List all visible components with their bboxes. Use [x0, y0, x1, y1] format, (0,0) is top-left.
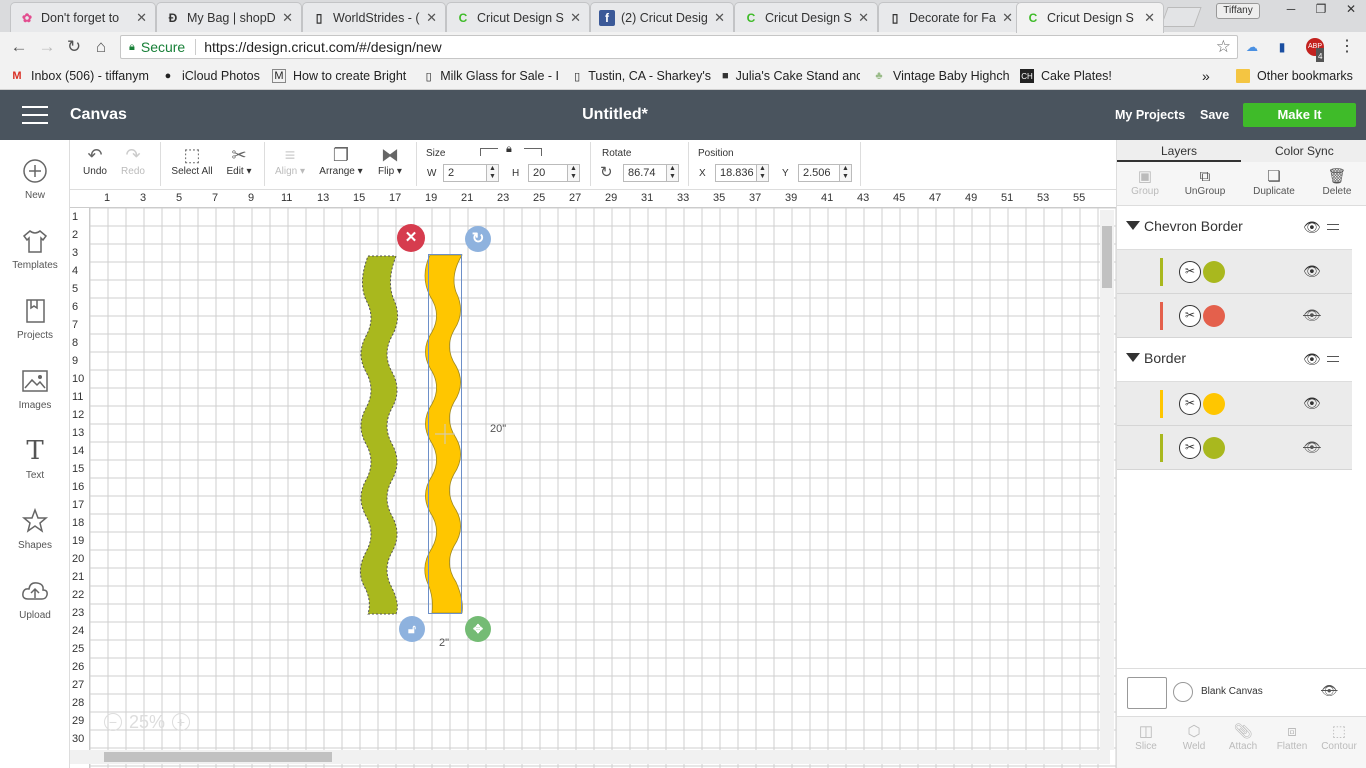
- eye-hidden-icon[interactable]: 👁︎: [1321, 683, 1338, 699]
- color-swatch[interactable]: [1203, 437, 1225, 459]
- cut-operation-icon[interactable]: ✂: [1179, 437, 1201, 459]
- group-name: Border: [1144, 350, 1187, 366]
- layer-tools: ▣ Group ⧉ UnGroup ❏ Duplicate 🗑︎ Delete: [1117, 162, 1366, 206]
- tool-label: Slice: [1135, 741, 1157, 752]
- group-name: Chevron Border: [1144, 218, 1243, 234]
- color-swatch[interactable]: [1203, 261, 1225, 283]
- zoom-level: 25%: [128, 711, 166, 732]
- color-swatch[interactable]: [1203, 305, 1225, 327]
- layer-group-chevron-border[interactable]: Chevron Border 👁︎: [1117, 206, 1352, 250]
- layers-panel-tabs: Layers Color Sync: [1117, 140, 1366, 162]
- color-swatch[interactable]: [1203, 393, 1225, 415]
- drag-handle-icon[interactable]: [1327, 356, 1339, 362]
- eye-icon[interactable]: 👁︎: [1303, 263, 1321, 280]
- blank-canvas-color-swatch[interactable]: [1173, 682, 1193, 702]
- tool-label: Flatten: [1276, 741, 1308, 752]
- tab-color-sync[interactable]: Color Sync: [1275, 144, 1334, 158]
- tool-label: Attach: [1228, 741, 1258, 752]
- bottom-tools: ◫ Slice ⬡ Weld 📎︎ Attach ⧈ Flatten ⬚ Contour: [1117, 716, 1366, 768]
- scrollbar-thumb[interactable]: [104, 752, 332, 762]
- tab-title: Cricut Design S: [1047, 11, 1134, 25]
- delete-button[interactable]: 🗑︎ Delete: [1309, 168, 1365, 197]
- cut-operation-icon[interactable]: ✂: [1179, 305, 1201, 327]
- group-button[interactable]: ▣ Group: [1117, 168, 1173, 197]
- cricut-icon: C: [1028, 11, 1038, 25]
- delete-handle-icon[interactable]: ✕: [397, 224, 425, 252]
- duplicate-icon: ❏: [1267, 168, 1281, 185]
- browser-tab-active[interactable]: C Cricut Design S ✕: [1016, 2, 1164, 33]
- layer-thumbnail: [1160, 434, 1163, 462]
- eye-hidden-icon[interactable]: 👁︎: [1303, 439, 1321, 456]
- tab-layers[interactable]: Layers: [1161, 144, 1197, 158]
- rotate-handle-icon[interactable]: ↻: [465, 226, 491, 252]
- trash-icon: 🗑︎: [1327, 168, 1347, 185]
- close-icon[interactable]: ✕: [1144, 10, 1155, 26]
- eye-icon[interactable]: 👁︎: [1303, 219, 1321, 236]
- cut-operation-icon[interactable]: ✂: [1179, 261, 1201, 283]
- height-dimension-label: 20": [490, 423, 507, 435]
- ungroup-button[interactable]: ⧉ UnGroup: [1177, 168, 1233, 197]
- zoom-in-icon[interactable]: +: [172, 713, 190, 731]
- eye-hidden-icon[interactable]: 👁︎: [1303, 307, 1321, 324]
- blank-canvas-row[interactable]: Blank Canvas 👁︎: [1117, 668, 1366, 716]
- layer-thumbnail: [1160, 258, 1163, 286]
- zoom-out-icon[interactable]: −: [104, 713, 122, 731]
- zoom-control: − 25% +: [98, 708, 196, 736]
- vertical-scrollbar[interactable]: [1100, 210, 1114, 750]
- layer-row[interactable]: ✂ 👁︎: [1117, 294, 1352, 338]
- horizontal-scrollbar[interactable]: [70, 750, 1110, 764]
- selection-bounding-box[interactable]: [428, 254, 462, 614]
- scrollbar-thumb[interactable]: [1102, 226, 1112, 288]
- layer-group-border[interactable]: Border 👁︎: [1117, 338, 1352, 382]
- green-chevron-border-shape[interactable]: [360, 255, 398, 615]
- collapse-triangle-icon[interactable]: [1126, 221, 1140, 230]
- layer-thumbnail: [1160, 302, 1163, 330]
- contour-icon: ⬚: [1331, 723, 1347, 740]
- resize-handle-icon[interactable]: ✥: [465, 616, 491, 642]
- layer-row[interactable]: ✂ 👁︎: [1117, 250, 1352, 294]
- eye-icon[interactable]: 👁︎: [1303, 351, 1321, 368]
- tool-label: Contour: [1321, 741, 1357, 752]
- tool-label: Weld: [1182, 741, 1206, 752]
- contour-button[interactable]: ⬚ Contour: [1311, 723, 1366, 752]
- tool-label: UnGroup: [1184, 186, 1226, 197]
- tool-label: Delete: [1322, 186, 1352, 197]
- duplicate-button[interactable]: ❏ Duplicate: [1246, 168, 1302, 197]
- collapse-triangle-icon[interactable]: [1126, 353, 1140, 362]
- blank-canvas-label: Blank Canvas: [1201, 686, 1263, 697]
- drag-handle-icon[interactable]: [1327, 224, 1339, 230]
- layers-panel: Layers Color Sync ▣ Group ⧉ UnGroup ❏ Dupli…: [1116, 140, 1366, 768]
- layer-row[interactable]: ✂ 👁︎: [1117, 426, 1352, 470]
- width-dimension-label: 2": [439, 637, 450, 649]
- lock-handle-icon[interactable]: 🔓︎: [399, 616, 425, 642]
- cut-operation-icon[interactable]: ✂: [1179, 393, 1201, 415]
- layer-row[interactable]: ✂ 👁︎: [1117, 382, 1352, 426]
- layer-thumbnail: [1160, 390, 1163, 418]
- group-icon: ▣: [1137, 168, 1153, 185]
- ungroup-icon: ⧉: [1199, 168, 1211, 185]
- tool-label: Duplicate: [1253, 186, 1295, 197]
- tool-label: Group: [1131, 186, 1159, 197]
- blank-canvas-thumbnail: [1127, 677, 1167, 709]
- eye-icon[interactable]: 👁︎: [1303, 395, 1321, 412]
